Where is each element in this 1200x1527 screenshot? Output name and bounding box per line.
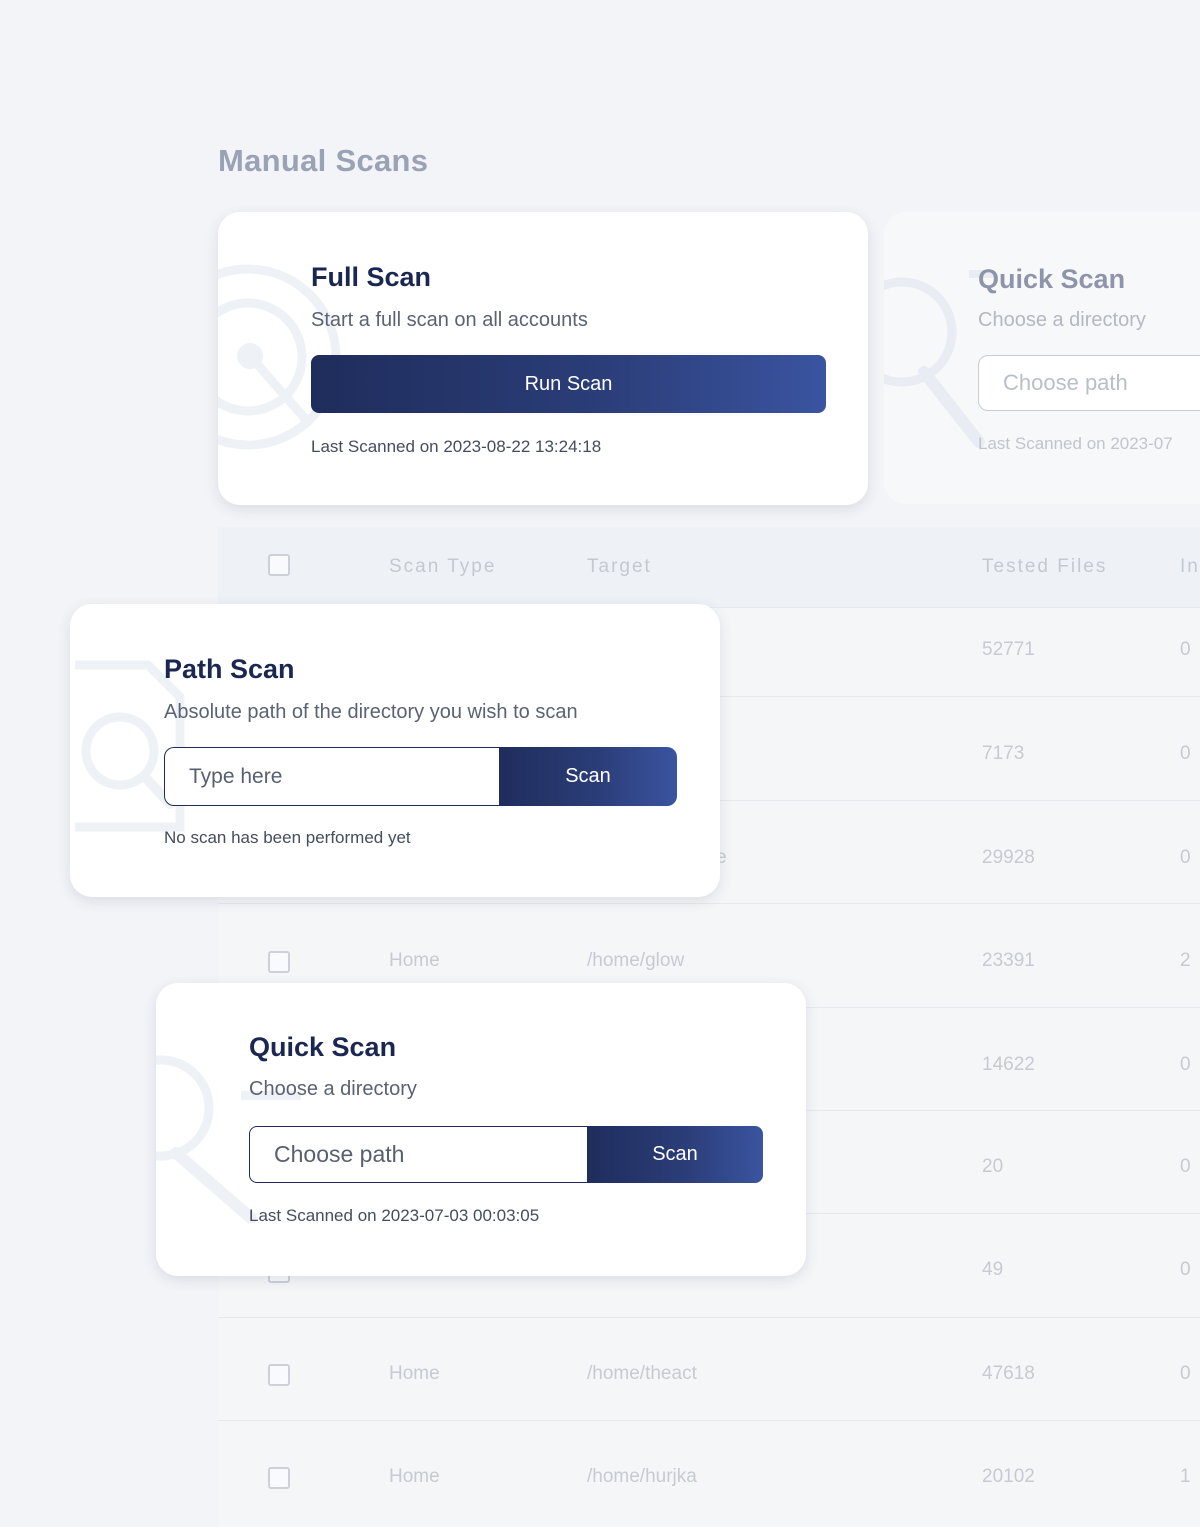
- scan-type-cell: Home: [389, 1466, 440, 1487]
- path-scan-input[interactable]: [164, 747, 504, 806]
- path-scan-title: Path Scan: [164, 654, 295, 684]
- path-scan-card: Path Scan Absolute path of the directory…: [70, 604, 720, 897]
- quick-scan-subtitle: Choose a directory: [249, 1078, 417, 1100]
- quick-scan-card: Quick Scan Choose a directory Scan Last …: [156, 983, 806, 1276]
- quick-scan-title: Quick Scan: [249, 1032, 397, 1062]
- full-scan-card: Full Scan Start a full scan on all accou…: [218, 212, 868, 505]
- quick-scan-card-background: Quick Scan Choose a directory Last Scann…: [884, 212, 1200, 504]
- column-header-target[interactable]: Target: [587, 556, 652, 578]
- infected-cell: 0: [1180, 1156, 1191, 1177]
- table-row[interactable]: Home /home/theact 47618 0: [218, 1317, 1200, 1421]
- tested-files-cell: 47618: [982, 1363, 1035, 1384]
- scan-type-cell: Home: [389, 950, 440, 971]
- infected-cell: 0: [1180, 1054, 1191, 1075]
- tested-files-cell: 7173: [982, 743, 1025, 764]
- quick-scan-last-scanned: Last Scanned on 2023-07-03 00:03:05: [249, 1206, 540, 1225]
- run-scan-button[interactable]: Run Scan: [311, 355, 826, 413]
- tested-files-cell: 14622: [982, 1054, 1035, 1075]
- path-scan-status: No scan has been performed yet: [164, 828, 411, 847]
- scan-type-cell: Home: [389, 1363, 440, 1384]
- row-checkbox[interactable]: [268, 951, 290, 973]
- quick-scan-path-input[interactable]: [978, 355, 1200, 411]
- full-scan-title: Full Scan: [311, 262, 432, 292]
- infected-cell: 1: [1180, 1466, 1191, 1487]
- infected-cell: 2: [1180, 950, 1191, 971]
- infected-cell: 0: [1180, 1259, 1191, 1280]
- column-header-tested-files[interactable]: Tested Files: [982, 556, 1107, 578]
- row-checkbox[interactable]: [268, 1467, 290, 1489]
- table-row[interactable]: Home /home/hurjka 20102 1: [218, 1420, 1200, 1524]
- column-header-scan-type[interactable]: Scan Type: [389, 556, 496, 578]
- column-header-infected[interactable]: In: [1180, 556, 1200, 578]
- infected-cell: 0: [1180, 847, 1191, 868]
- infected-cell: 0: [1180, 1363, 1191, 1384]
- row-checkbox[interactable]: [268, 1364, 290, 1386]
- quick-scan-path-input[interactable]: [249, 1126, 594, 1183]
- tested-files-cell: 20: [982, 1156, 1004, 1177]
- tested-files-cell: 29928: [982, 847, 1035, 868]
- infected-cell: 0: [1180, 743, 1191, 764]
- tested-files-cell: 23391: [982, 950, 1035, 971]
- quick-scan-button[interactable]: Scan: [587, 1126, 763, 1183]
- target-cell: /home/hurjka: [587, 1466, 697, 1487]
- select-all-checkbox[interactable]: [268, 554, 290, 576]
- tested-files-cell: 20102: [982, 1466, 1035, 1487]
- tested-files-cell: 52771: [982, 639, 1035, 660]
- page-title: Manual Scans: [218, 143, 429, 178]
- target-cell: /home/theact: [587, 1363, 697, 1384]
- quick-scan-subtitle: Choose a directory: [978, 309, 1146, 331]
- quick-scan-title: Quick Scan: [978, 264, 1126, 294]
- target-cell: /home/glow: [587, 950, 685, 971]
- tested-files-cell: 49: [982, 1259, 1004, 1280]
- path-scan-subtitle: Absolute path of the directory you wish …: [164, 701, 578, 723]
- path-scan-button[interactable]: Scan: [499, 747, 677, 806]
- table-header: Scan Type Target Tested Files In: [218, 527, 1200, 607]
- quick-scan-last-scanned: Last Scanned on 2023-07: [978, 434, 1173, 453]
- infected-cell: 0: [1180, 639, 1191, 660]
- full-scan-subtitle: Start a full scan on all accounts: [311, 309, 588, 331]
- full-scan-last-scanned: Last Scanned on 2023-08-22 13:24:18: [311, 437, 602, 456]
